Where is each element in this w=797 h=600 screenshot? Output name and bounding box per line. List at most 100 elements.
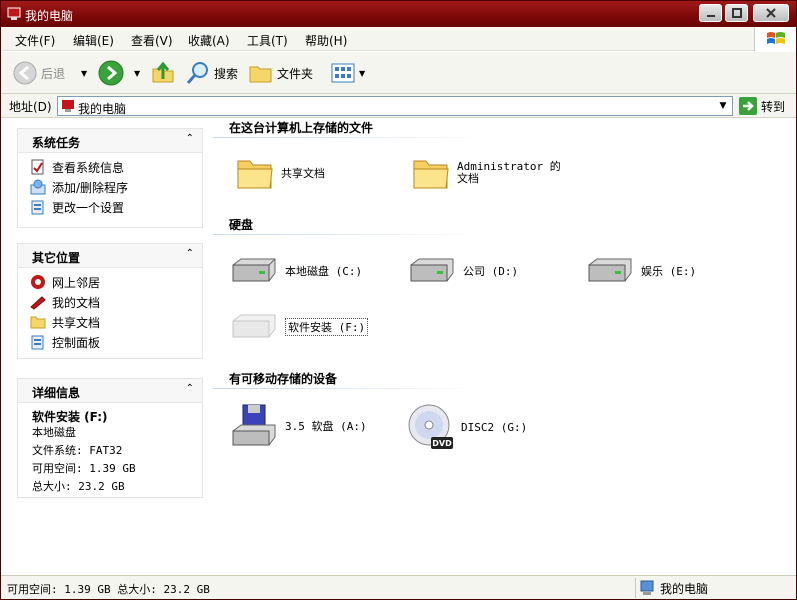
drive-label: 软件安装 (F:) — [285, 318, 369, 336]
system-tasks-title: 系统任务 — [32, 136, 81, 150]
search-button[interactable]: 搜索 — [186, 61, 238, 85]
details-free-space: 可用空间: 1.39 GB — [32, 462, 136, 475]
menu-bar: 文件(F) 编辑(E) 查看(V) 收藏(A) 工具(T) 帮助(H) — [1, 27, 796, 51]
folders-label: 文件夹 — [277, 66, 314, 81]
back-label: 后退 — [41, 66, 66, 81]
other-places-panel: 其它位置 ⌃ 网上邻居 我的文档 共享文档 控制面板 — [17, 243, 203, 359]
hard-disk-icon — [232, 314, 276, 338]
drive-label: DISC2 (G:) — [461, 420, 528, 434]
drive-label: 公司 (D:) — [463, 265, 519, 278]
my-computer-icon — [62, 100, 74, 112]
forward-dropdown-icon[interactable]: ▼ — [134, 69, 140, 78]
section-title: 硬盘 — [229, 218, 254, 232]
control-panel-icon — [31, 335, 44, 350]
add-remove-programs-icon — [30, 179, 46, 195]
collapse-icon[interactable]: ⌃ — [186, 133, 194, 144]
menu-help[interactable]: 帮助(H) — [305, 32, 347, 49]
hard-disk-icon — [588, 258, 632, 282]
status-zone-label: 我的电脑 — [660, 581, 709, 596]
system-tasks-header[interactable]: 系统任务 ⌃ — [18, 129, 202, 153]
place-my-documents[interactable]: 我的文档 — [18, 292, 202, 312]
task-view-system-info[interactable]: 查看系统信息 — [18, 157, 202, 177]
address-label: 地址(D) — [9, 100, 52, 114]
section-stored-files: 在这台计算机上存储的文件 — [213, 119, 489, 138]
drive-e[interactable]: 娱乐 (E:) — [585, 255, 696, 287]
collapse-icon[interactable]: ⌃ — [186, 248, 194, 259]
details-drive-type: 本地磁盘 — [32, 426, 76, 439]
section-divider — [213, 137, 489, 138]
windows-logo — [754, 27, 796, 51]
folder-icon — [413, 160, 449, 189]
my-documents-icon — [30, 296, 46, 310]
forward-arrow-icon — [98, 60, 124, 86]
forward-button[interactable]: ▼ — [98, 60, 140, 86]
other-places-title: 其它位置 — [32, 251, 81, 265]
go-button[interactable]: 转到 — [739, 96, 785, 116]
shared-documents-folder[interactable]: 共享文档 — [235, 153, 325, 193]
back-button[interactable]: 后退 ▼ — [13, 61, 87, 85]
drive-label: 娱乐 (E:) — [641, 265, 697, 278]
title-bar[interactable]: 我的电脑 — [1, 1, 796, 27]
status-bar: 可用空间: 1.39 GB 总大小: 23.2 GB 我的电脑 — [1, 575, 796, 599]
task-add-remove-programs[interactable]: 添加/删除程序 — [18, 177, 202, 197]
address-bar: 地址(D) 我的电脑 ▼ 转到 — [1, 94, 796, 118]
drive-f[interactable]: 软件安装 (F:) — [229, 311, 369, 343]
floppy-drive-icon — [232, 404, 276, 446]
hard-disk-icon — [232, 258, 276, 282]
svg-text:DVD: DVD — [432, 439, 452, 448]
back-dropdown-icon[interactable]: ▼ — [81, 69, 87, 78]
details-drive-name: 软件安装 (F:) — [32, 410, 108, 424]
folder-icon — [237, 160, 273, 189]
drive-d[interactable]: 公司 (D:) — [407, 255, 518, 287]
folder-icon — [249, 66, 272, 83]
status-text: 可用空间: 1.39 GB 总大小: 23.2 GB — [7, 583, 210, 596]
details-total-size: 总大小: 23.2 GB — [32, 480, 125, 493]
search-icon — [186, 62, 208, 84]
my-computer-icon — [7, 7, 21, 20]
menu-edit[interactable]: 编辑(E) — [73, 32, 114, 49]
drive-c[interactable]: 本地磁盘 (C:) — [229, 255, 362, 287]
other-places-header[interactable]: 其它位置 ⌃ — [18, 244, 202, 268]
section-divider — [213, 388, 489, 389]
task-change-setting[interactable]: 更改一个设置 — [18, 197, 202, 217]
menu-tools[interactable]: 工具(T) — [247, 32, 288, 49]
place-control-panel[interactable]: 控制面板 — [18, 332, 202, 352]
maximize-button[interactable] — [725, 4, 748, 22]
admin-documents-folder[interactable]: Administrator 的文档 — [411, 153, 567, 193]
window-title: 我的电脑 — [25, 9, 74, 23]
details-title: 详细信息 — [32, 386, 81, 400]
place-shared-documents[interactable]: 共享文档 — [18, 312, 202, 332]
menu-view[interactable]: 查看(V) — [131, 32, 173, 49]
explorer-window: 我的电脑 文件(F) 编辑(E) 查看(V) 收藏(A) 工具(T) 帮助(H) — [0, 0, 797, 600]
standard-toolbar: 后退 ▼ ▼ 搜索 文件夹 ▼ — [1, 52, 796, 94]
collapse-icon[interactable]: ⌃ — [186, 383, 194, 394]
section-hard-disks: 硬盘 — [213, 216, 489, 235]
menu-favorites[interactable]: 收藏(A) — [188, 32, 230, 49]
menu-file[interactable]: 文件(F) — [15, 32, 55, 49]
back-arrow-icon — [13, 61, 37, 85]
close-button[interactable] — [753, 4, 789, 22]
views-icon — [331, 63, 355, 83]
floppy-drive-a[interactable]: 3.5 软盘 (A:) — [229, 403, 367, 449]
details-header[interactable]: 详细信息 ⌃ — [18, 379, 202, 403]
close-icon — [766, 8, 776, 18]
section-removable: 有可移动存储的设备 — [213, 370, 489, 389]
file-label: Administrator 的文档 — [457, 160, 561, 185]
windows-flag-icon — [766, 32, 785, 44]
section-title: 有可移动存储的设备 — [229, 372, 338, 386]
maximize-icon — [731, 8, 742, 18]
dvd-drive-g[interactable]: DVD DISC2 (G:) — [407, 403, 527, 451]
address-value: 我的电脑 — [78, 102, 127, 116]
place-network[interactable]: 网上邻居 — [18, 272, 202, 292]
folders-button[interactable]: 文件夹 — [249, 61, 313, 85]
up-button[interactable] — [151, 61, 175, 85]
hard-disk-icon — [410, 258, 454, 282]
address-dropdown-icon[interactable]: ▼ — [716, 99, 730, 113]
views-button[interactable]: ▼ — [331, 61, 365, 85]
address-input[interactable]: 我的电脑 ▼ — [57, 96, 733, 116]
place-label: 控制面板 — [52, 335, 101, 350]
views-dropdown-icon[interactable]: ▼ — [359, 69, 365, 78]
folder-up-icon — [152, 61, 174, 83]
minimize-button[interactable] — [699, 4, 722, 22]
minimize-icon — [706, 15, 715, 17]
